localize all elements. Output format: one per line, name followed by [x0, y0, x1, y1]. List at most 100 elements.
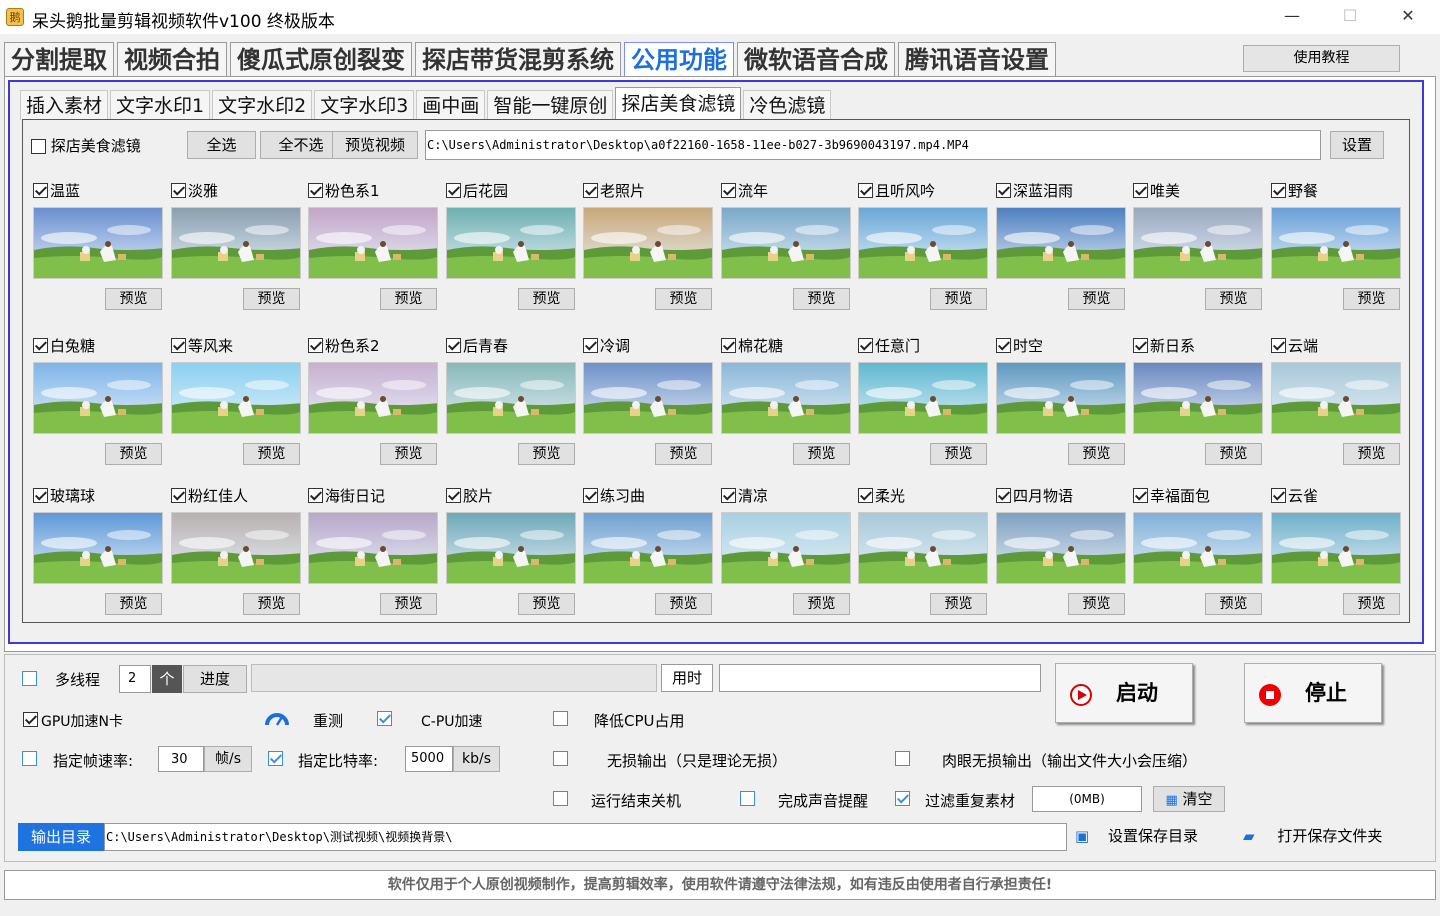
filter-check[interactable]	[1271, 183, 1286, 198]
start-button[interactable]: 启动	[1055, 663, 1193, 723]
filter-check[interactable]	[996, 183, 1011, 198]
sub-tab-6[interactable]: 探店美食滤镜	[615, 87, 742, 120]
filter-check[interactable]	[33, 338, 48, 353]
filter-check[interactable]	[1271, 338, 1286, 353]
bitrate-input[interactable]: 5000	[405, 746, 453, 772]
thread-count-input[interactable]: 2	[119, 665, 151, 693]
sub-tab-4[interactable]: 画中画	[416, 90, 486, 120]
filter-preview-button[interactable]: 预览	[243, 443, 300, 465]
preview-video-button[interactable]: 预览视频	[332, 131, 418, 159]
filter-preview-button[interactable]: 预览	[655, 288, 712, 310]
filter-preview-button[interactable]: 预览	[793, 443, 850, 465]
filter-preview-button[interactable]: 预览	[518, 593, 575, 615]
filter-preview-button[interactable]: 预览	[243, 288, 300, 310]
filter-preview-button[interactable]: 预览	[1068, 593, 1125, 615]
filter-preview-button[interactable]: 预览	[1205, 288, 1262, 310]
filter-checkbox[interactable]: 老照片	[583, 182, 645, 202]
filter-check[interactable]	[721, 338, 736, 353]
filter-preview-button[interactable]: 预览	[1068, 443, 1125, 465]
filter-settings-button[interactable]: 设置	[1330, 131, 1384, 159]
filter-check[interactable]	[446, 183, 461, 198]
filter-checkbox[interactable]: 流年	[721, 182, 768, 202]
filter-checkbox[interactable]: 粉红佳人	[171, 487, 248, 507]
filter-check[interactable]	[33, 488, 48, 503]
filter-check[interactable]	[996, 488, 1011, 503]
fps-checkbox[interactable]	[22, 751, 37, 766]
set-save-dir-button[interactable]: ▣ 设置保存目录	[1075, 821, 1220, 851]
filter-checkbox[interactable]: 练习曲	[583, 487, 645, 507]
shutdown-checkbox[interactable]	[553, 791, 568, 806]
filter-checkbox[interactable]: 后花园	[446, 182, 508, 202]
filter-check[interactable]	[583, 183, 598, 198]
filter-preview-button[interactable]: 预览	[380, 288, 437, 310]
filter-checkbox[interactable]: 白兔糖	[33, 337, 95, 357]
filter-checkbox[interactable]: 粉色系1	[308, 182, 380, 202]
main-tab-3[interactable]: 探店带货混剪系统	[415, 42, 621, 76]
filter-check[interactable]	[721, 183, 736, 198]
gpu-nvidia-checkbox[interactable]	[23, 712, 38, 727]
filter-preview-button[interactable]: 预览	[1068, 288, 1125, 310]
reduce-cpu-checkbox[interactable]	[553, 711, 568, 726]
filter-checkbox[interactable]: 粉色系2	[308, 337, 380, 357]
video-path-input[interactable]: C:\Users\Administrator\Desktop\a0f22160-…	[425, 130, 1321, 160]
filter-preview-button[interactable]: 预览	[793, 288, 850, 310]
filter-check[interactable]	[858, 338, 873, 353]
main-tab-5[interactable]: 微软语音合成	[737, 42, 895, 76]
stop-button[interactable]: 停止	[1244, 663, 1382, 723]
filter-preview-button[interactable]: 预览	[793, 593, 850, 615]
retest-button[interactable]: 重测	[313, 710, 343, 731]
filter-preview-button[interactable]: 预览	[105, 593, 162, 615]
filter-check[interactable]	[446, 338, 461, 353]
filter-checkbox[interactable]: 后青春	[446, 337, 508, 357]
sub-tab-5[interactable]: 智能一键原创	[487, 90, 614, 120]
sub-tab-1[interactable]: 文字水印1	[110, 90, 211, 120]
close-button[interactable]: ✕	[1388, 6, 1428, 25]
filter-checkbox[interactable]: 玻璃球	[33, 487, 95, 507]
filter-check[interactable]	[583, 488, 598, 503]
sub-tab-3[interactable]: 文字水印3	[314, 90, 415, 120]
main-tab-6[interactable]: 腾讯语音设置	[898, 42, 1056, 76]
filter-check[interactable]	[583, 338, 598, 353]
multithread-checkbox[interactable]	[22, 671, 37, 686]
filter-preview-button[interactable]: 预览	[1343, 593, 1400, 615]
filter-check[interactable]	[996, 338, 1011, 353]
filter-check[interactable]	[171, 488, 186, 503]
filter-checkbox[interactable]: 等风来	[171, 337, 233, 357]
filter-preview-button[interactable]: 预览	[930, 593, 987, 615]
filter-preview-button[interactable]: 预览	[105, 288, 162, 310]
enable-filter-check[interactable]	[31, 139, 46, 154]
filter-checkbox[interactable]: 棉花糖	[721, 337, 783, 357]
filter-preview-button[interactable]: 预览	[518, 443, 575, 465]
filter-preview-button[interactable]: 预览	[380, 443, 437, 465]
filter-check[interactable]	[1271, 488, 1286, 503]
filter-checkbox[interactable]: 柔光	[858, 487, 905, 507]
sound-alert-checkbox[interactable]	[740, 791, 755, 806]
filter-check[interactable]	[308, 183, 323, 198]
filter-checkbox[interactable]: 海街日记	[308, 487, 385, 507]
sub-tab-7[interactable]: 冷色滤镜	[743, 90, 832, 120]
filter-checkbox[interactable]: 唯美	[1133, 182, 1180, 202]
filter-checkbox[interactable]: 幸福面包	[1133, 487, 1210, 507]
filter-preview-button[interactable]: 预览	[1343, 443, 1400, 465]
output-dir-input[interactable]: C:\Users\Administrator\Desktop\测试视频\视频换背…	[104, 823, 1067, 851]
filter-preview-button[interactable]: 预览	[518, 288, 575, 310]
filter-check[interactable]	[1133, 488, 1148, 503]
filter-checkbox[interactable]: 温蓝	[33, 182, 80, 202]
filter-check[interactable]	[721, 488, 736, 503]
tutorial-button[interactable]: 使用教程	[1243, 45, 1400, 72]
filter-preview-button[interactable]: 预览	[1205, 593, 1262, 615]
filter-checkbox[interactable]: 胶片	[446, 487, 493, 507]
main-tab-0[interactable]: 分割提取	[4, 42, 114, 76]
maximize-button[interactable]: ☐	[1330, 6, 1370, 25]
filter-check[interactable]	[446, 488, 461, 503]
filter-checkbox[interactable]: 淡雅	[171, 182, 218, 202]
filter-check[interactable]	[858, 488, 873, 503]
filter-check[interactable]	[308, 338, 323, 353]
main-tab-1[interactable]: 视频合拍	[117, 42, 227, 76]
filter-checkbox[interactable]: 时空	[996, 337, 1043, 357]
filter-preview-button[interactable]: 预览	[105, 443, 162, 465]
bitrate-checkbox[interactable]	[268, 751, 283, 766]
filter-preview-button[interactable]: 预览	[1205, 443, 1262, 465]
open-save-dir-button[interactable]: ▰ 打开保存文件夹	[1243, 821, 1413, 851]
filter-check[interactable]	[171, 338, 186, 353]
